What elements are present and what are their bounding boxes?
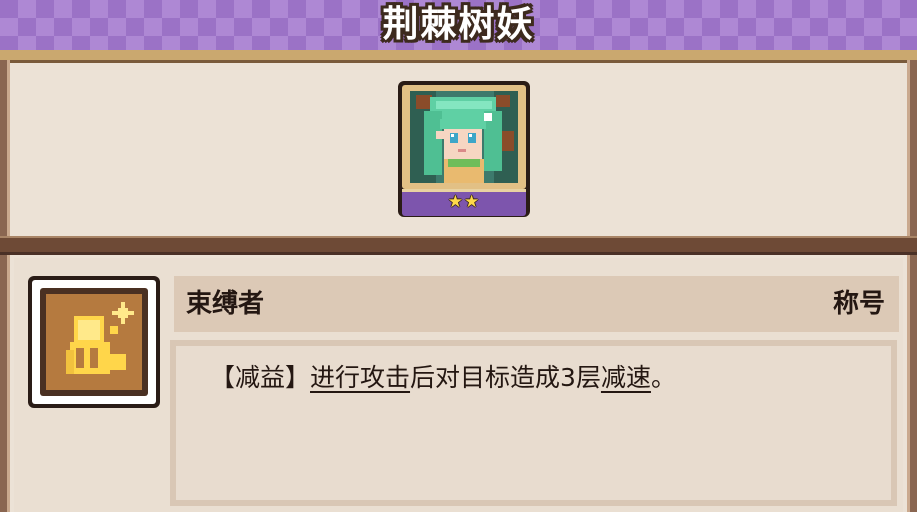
debuff-tag: 【减益】 — [210, 363, 311, 392]
keyword-link-slow[interactable]: 减速 — [601, 363, 651, 392]
character-portrait-card[interactable]: ★★ — [398, 81, 530, 217]
dryad-portrait-icon — [410, 91, 518, 183]
character-trait-screen: 荆棘树妖 ★★ 束缚者 称号 【减益】进行攻击后对目标造成3层减速。 — [0, 0, 917, 512]
trait-description-box: 【减益】进行攻击后对目标造成3层减速。 — [170, 340, 897, 506]
trait-icon-frame[interactable] — [28, 276, 160, 408]
portrait-frame — [402, 85, 526, 189]
trait-description: 【减益】进行攻击后对目标造成3层减速。 — [210, 358, 676, 398]
star-rating-bar: ★★ — [402, 189, 526, 216]
section-divider — [0, 236, 917, 255]
right-frame — [907, 60, 917, 512]
bound-figure-icon — [46, 294, 142, 390]
title-banner: 荆棘树妖 — [0, 0, 917, 54]
left-frame — [0, 60, 10, 512]
character-title: 荆棘树妖 — [382, 4, 535, 45]
banner-trim — [0, 50, 917, 63]
star-rating: ★★ — [447, 192, 481, 212]
trait-header: 束缚者 称号 — [174, 276, 899, 332]
trait-name: 束缚者 — [186, 289, 265, 319]
keyword-link-attack[interactable]: 进行攻击 — [310, 363, 410, 392]
description-suffix: 。 — [650, 363, 676, 392]
description-middle: 后对目标造成3层 — [410, 363, 601, 392]
trait-category-label: 称号 — [832, 289, 885, 319]
